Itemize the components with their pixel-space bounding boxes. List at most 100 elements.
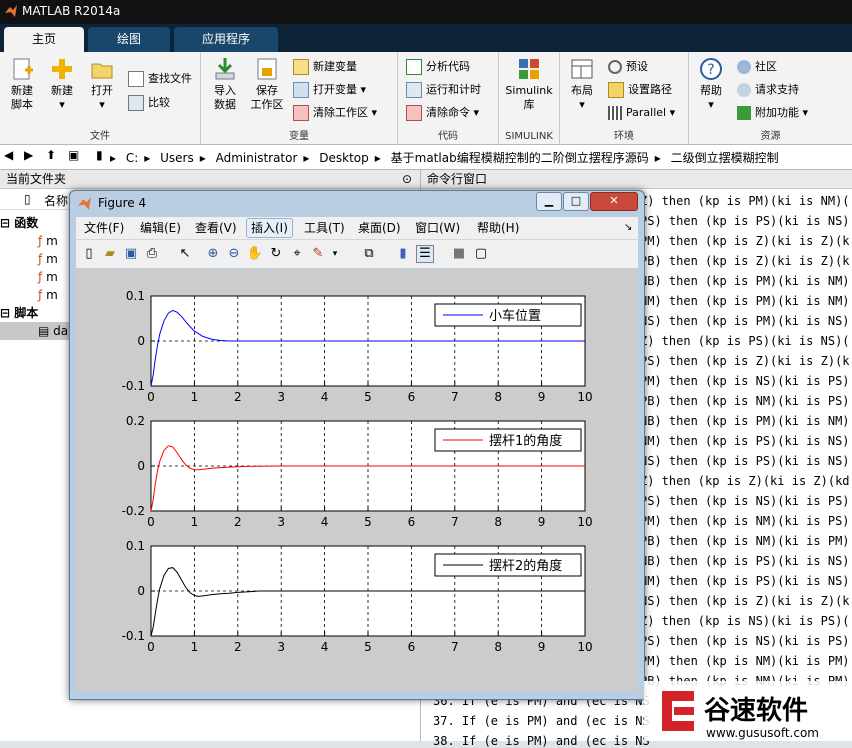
preferences-label: 预设 (626, 60, 648, 73)
close-button[interactable]: ✕ (590, 192, 638, 211)
maximize-button[interactable]: □ (563, 192, 589, 211)
plots-svg[interactable]: 0 1 2 3 4 5 6 7 8 9 100.10-0.1小车位置0 1 2 3 4 5 6 7 8 9 100.20… (76, 269, 638, 691)
command-line: PS) then (kp is NS)(ki is PS) (640, 634, 850, 648)
chevron-down-icon[interactable]: ▾ (326, 245, 344, 263)
up-folder-icon[interactable]: ⬆ (46, 148, 56, 162)
clear-commands-button[interactable]: 清除命令 ▾ (406, 104, 479, 122)
minimize-button[interactable]: ▁ (536, 192, 562, 211)
menu-edit[interactable]: 编辑(E) (140, 220, 181, 236)
command-line: NS) then (kp is PS)(ki is NS) (640, 454, 850, 468)
new-variable-button[interactable]: 新建变量 (293, 58, 357, 76)
x-tick-label: 10 (577, 515, 592, 529)
data-cursor-icon[interactable]: ⌖ (288, 245, 306, 263)
functions-group[interactable]: ⊟ 函数 (0, 214, 38, 232)
new-button[interactable]: 新建 ▾ (44, 56, 80, 112)
chevron-down-icon: ▾ (708, 98, 714, 111)
list-item[interactable]: ƒ m (38, 250, 58, 268)
maximize-icon: □ (570, 194, 582, 207)
list-item[interactable]: ƒ m (38, 232, 58, 250)
menu-help[interactable]: 帮助(H) (477, 220, 519, 236)
figure-window[interactable]: Figure 4 ▁ □ ✕ 文件(F) 编辑(E) 查看(V) 插入(I) 工… (69, 190, 645, 700)
collapse-icon[interactable]: ⊟ (0, 306, 10, 320)
figure-title-bar[interactable]: Figure 4 ▁ □ ✕ (70, 191, 644, 215)
x-tick-label: 8 (494, 640, 502, 654)
functions-label: 函数 (14, 216, 39, 230)
clear-commands-label: 清除命令 (426, 106, 470, 119)
show-plot-tools-icon[interactable]: ▢ (472, 245, 490, 263)
legend-icon[interactable]: ☰ (416, 245, 434, 263)
figure-canvas[interactable]: 0 1 2 3 4 5 6 7 8 9 10 0.1 0 -0.1 小车位置 0 1 2 3 4 5 6 7 8 9 10 0.2 0… (76, 269, 638, 691)
tab-plots[interactable]: 绘图 (88, 27, 170, 52)
minimize-icon: ▁ (544, 194, 554, 207)
brush-icon[interactable]: ✎ (309, 245, 327, 263)
function-file-icon: ƒ (38, 252, 43, 266)
open-variable-button[interactable]: 打开变量 ▾ (293, 81, 366, 99)
menu-tools[interactable]: 工具(T) (304, 220, 345, 236)
run-and-time-button[interactable]: 运行和计时 (406, 81, 481, 99)
menu-file[interactable]: 文件(F) (84, 220, 124, 236)
x-tick-label: 4 (321, 640, 329, 654)
save-workspace-icon (257, 58, 277, 80)
analyze-code-button[interactable]: 分析代码 (406, 58, 470, 76)
forward-arrow-icon[interactable]: ▶ (24, 148, 33, 162)
open-button[interactable]: 打开 ▾ (84, 56, 120, 112)
set-path-button[interactable]: 设置路径 (608, 81, 672, 99)
new-script-button[interactable]: 新建 脚本 (4, 56, 40, 112)
menu-window[interactable]: 窗口(W) (415, 220, 460, 236)
x-tick-label: 10 (577, 640, 592, 654)
tab-home[interactable]: 主页 (4, 27, 84, 52)
open-icon[interactable]: ▰ (101, 245, 119, 263)
breadcrumb-item[interactable]: 基于matlab编程模糊控制的二阶倒立摆程序源码 (391, 151, 649, 165)
layout-button[interactable]: 布局 ▾ (564, 56, 600, 112)
tab-apps[interactable]: 应用程序 (174, 27, 278, 52)
hide-plot-tools-icon[interactable]: ■ (450, 245, 468, 263)
save-workspace-label-1: 保存 (256, 84, 278, 97)
pointer-icon[interactable]: ↖ (176, 245, 194, 263)
collapse-icon[interactable]: ⊟ (0, 216, 10, 230)
breadcrumb-item[interactable]: C: (126, 151, 138, 165)
list-item[interactable]: ƒ m (38, 268, 58, 286)
parallel-button[interactable]: Parallel ▾ (608, 104, 675, 122)
current-folder-title: 当前文件夹 (6, 172, 67, 186)
save-workspace-button[interactable]: 保存 工作区 (247, 56, 287, 112)
print-icon[interactable]: ⎙ (143, 245, 161, 263)
save-icon[interactable]: ▣ (122, 245, 140, 263)
browse-folder-icon[interactable]: ▣ (68, 148, 79, 162)
back-arrow-icon[interactable]: ◀ (4, 148, 13, 162)
zoom-in-icon[interactable]: ⊕ (204, 245, 222, 263)
find-files-button[interactable]: 查找文件 (128, 70, 192, 88)
menu-desktop[interactable]: 桌面(D) (358, 220, 401, 236)
breadcrumb-item[interactable]: Administrator (216, 151, 298, 165)
clear-workspace-button[interactable]: 清除工作区 ▾ (293, 104, 377, 122)
breadcrumb-item[interactable]: Users (160, 151, 194, 165)
rotate-icon[interactable]: ↻ (267, 245, 285, 263)
help-button[interactable]: ? 帮助 ▾ (693, 56, 729, 112)
panel-menu-icon[interactable]: ⊙ (402, 170, 412, 188)
menu-view[interactable]: 查看(V) (195, 220, 237, 236)
colorbar-icon[interactable]: ▮ (394, 245, 412, 263)
group-file-label: 文件 (90, 131, 110, 142)
chevron-down-icon: ▾ (371, 106, 378, 119)
add-ons-button[interactable]: 附加功能 ▾ (737, 104, 808, 122)
pan-icon[interactable]: ✋ (246, 245, 264, 263)
breadcrumb-separator: ▸ (303, 151, 310, 165)
breadcrumb-item[interactable]: 二级倒立摆模糊控制 (671, 151, 779, 165)
preferences-button[interactable]: 预设 (608, 58, 648, 76)
request-support-button[interactable]: 请求支持 (737, 81, 799, 99)
community-button[interactable]: 社区 (737, 58, 777, 76)
new-figure-icon[interactable]: ▯ (80, 245, 98, 263)
simulink-library-button[interactable]: Simulink 库 (503, 56, 555, 112)
command-line: NB) then (kp is PS)(ki is NS) (640, 554, 850, 568)
list-item[interactable]: ƒ m (38, 286, 58, 304)
scripts-group[interactable]: ⊟ 脚本 (0, 304, 38, 322)
menu-insert[interactable]: 插入(I) (246, 218, 293, 238)
clear-workspace-icon (293, 105, 309, 121)
analyze-code-icon (406, 59, 422, 75)
zoom-out-icon[interactable]: ⊖ (225, 245, 243, 263)
menu-dock-icon[interactable]: ↘ (624, 220, 632, 236)
import-data-button[interactable]: 导入 数据 (205, 56, 245, 112)
function-file-icon: ƒ (38, 234, 43, 248)
compare-button[interactable]: 比较 (128, 94, 170, 112)
breadcrumb-item[interactable]: Desktop (319, 151, 369, 165)
link-icon[interactable]: ⧉ (360, 245, 378, 263)
